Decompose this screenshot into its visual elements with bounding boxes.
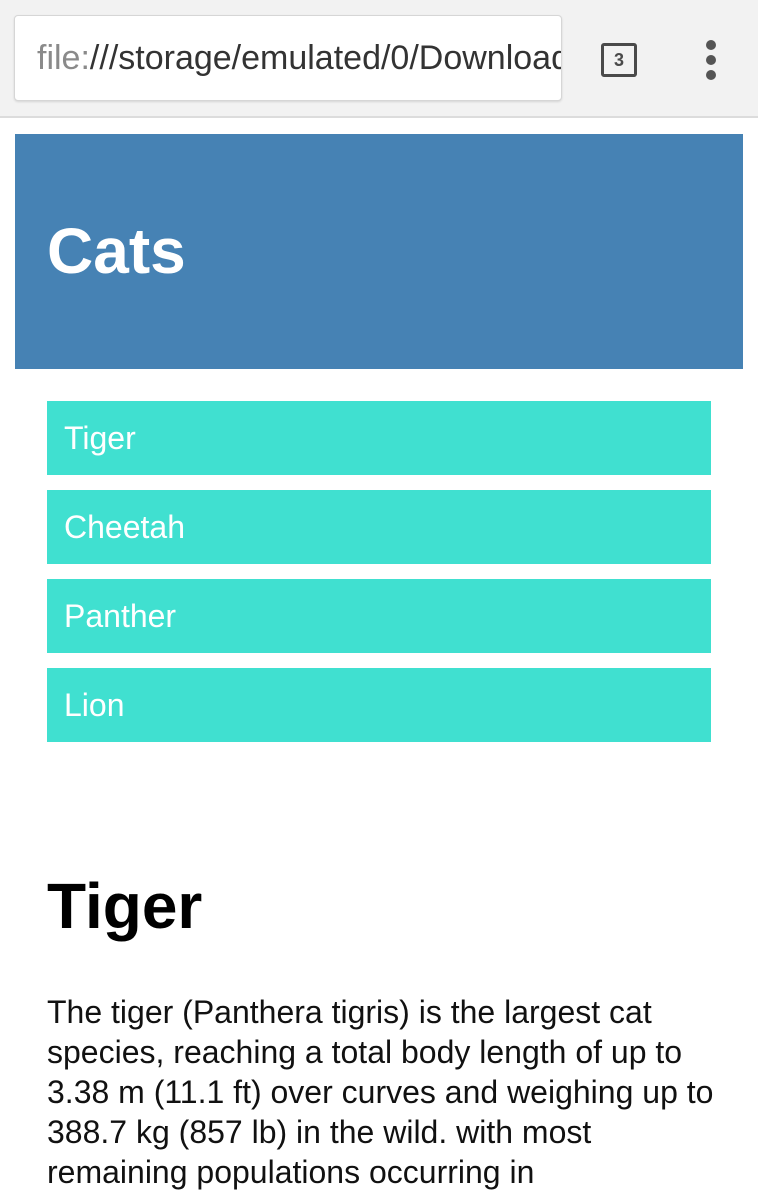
- tab-switcher-button[interactable]: 3: [601, 43, 637, 77]
- cat-nav-list: Tiger Cheetah Panther Lion: [47, 401, 711, 757]
- section-title: Tiger: [47, 870, 203, 942]
- address-bar-url: file:///storage/emulated/0/Download/cats…: [37, 38, 562, 78]
- nav-item-panther[interactable]: Panther: [47, 579, 711, 653]
- nav-item-lion[interactable]: Lion: [47, 668, 711, 742]
- browser-toolbar: file:///storage/emulated/0/Download/cats…: [0, 0, 758, 118]
- nav-item-tiger[interactable]: Tiger: [47, 401, 711, 475]
- page-title: Cats: [47, 215, 186, 287]
- url-scheme: file:: [37, 39, 90, 77]
- page-header: Cats: [15, 134, 743, 369]
- section-body: The tiger (Panthera tigris) is the large…: [47, 994, 714, 1190]
- url-path: ///storage/emulated/0/Download/cats.html: [89, 39, 562, 77]
- address-bar[interactable]: file:///storage/emulated/0/Download/cats…: [14, 15, 562, 101]
- nav-item-cheetah[interactable]: Cheetah: [47, 490, 711, 564]
- menu-dot: [706, 70, 716, 80]
- tab-count: 3: [613, 49, 624, 70]
- menu-dot: [706, 40, 716, 50]
- more-vert-icon[interactable]: [696, 40, 726, 80]
- menu-dot: [706, 55, 716, 65]
